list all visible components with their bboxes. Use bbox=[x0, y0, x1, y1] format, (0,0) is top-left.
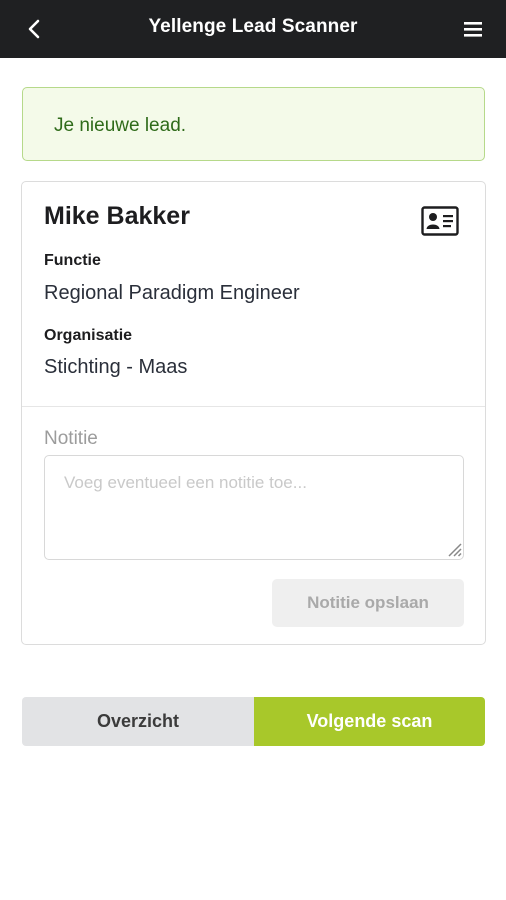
hamburger-menu-icon bbox=[464, 22, 482, 37]
resize-handle-icon[interactable] bbox=[446, 541, 462, 557]
app-title: Yellenge Lead Scanner bbox=[148, 16, 358, 37]
function-value: Regional Paradigm Engineer bbox=[44, 282, 300, 304]
next-scan-button[interactable]: Volgende scan bbox=[254, 697, 485, 746]
function-label: Functie bbox=[44, 252, 101, 269]
action-buttons: Overzicht Volgende scan bbox=[22, 697, 485, 746]
contact-card-icon[interactable] bbox=[421, 206, 459, 236]
note-label: Notitie bbox=[44, 428, 98, 449]
organisation-value: Stichting - Maas bbox=[44, 356, 188, 378]
overview-button[interactable]: Overzicht bbox=[22, 697, 254, 746]
success-alert: Je nieuwe lead. bbox=[22, 87, 485, 161]
save-note-button[interactable]: Notitie opslaan bbox=[272, 579, 464, 627]
menu-button[interactable] bbox=[460, 16, 486, 42]
app-header: Yellenge Lead Scanner bbox=[0, 0, 506, 58]
lead-card: Mike Bakker Functie Regional Paradigm En… bbox=[21, 181, 486, 645]
note-textarea[interactable] bbox=[44, 455, 464, 560]
alert-message: Je nieuwe lead. bbox=[54, 115, 187, 136]
lead-name: Mike Bakker bbox=[44, 202, 190, 230]
card-divider bbox=[22, 406, 485, 407]
organisation-label: Organisatie bbox=[44, 327, 133, 344]
